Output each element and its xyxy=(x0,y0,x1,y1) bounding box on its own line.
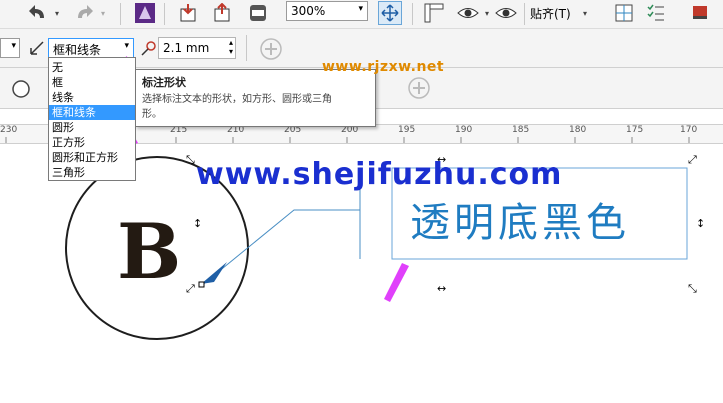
export-button[interactable] xyxy=(210,2,234,24)
resize-handle-bottom-left[interactable]: ⤢ xyxy=(186,282,195,296)
annotation-arrow-3 xyxy=(384,263,409,302)
leader-width-value: 2.1 mm xyxy=(163,41,210,55)
standard-toolbar: ▾ ▾ 300% ▾ ▾ 贴齐(T) ▾ xyxy=(0,0,723,29)
view-eye-grid-icon xyxy=(495,8,517,18)
dropdown-item-circle-and-square[interactable]: 圆形和正方形 xyxy=(49,150,135,165)
border-style-dropdown[interactable]: 无 框 线条 框和线条 圆形 正方形 圆形和正方形 三角形 xyxy=(48,57,136,181)
dropdown-item-box-and-line[interactable]: 框和线条 xyxy=(49,105,135,120)
resize-handle-bottom-mid[interactable]: ↔ xyxy=(437,282,446,295)
view-mode-button[interactable] xyxy=(456,1,480,25)
launcher-icon xyxy=(693,6,707,19)
spinner-down-icon[interactable]: ▾ xyxy=(229,47,233,56)
guides-icon xyxy=(615,4,633,22)
leader-width-field[interactable]: 2.1 mm ▴ ▾ xyxy=(158,37,236,59)
leader-line-icon xyxy=(28,37,46,59)
application-launcher-button[interactable] xyxy=(688,1,712,25)
tooltip-description-line-1: 选择标注文本的形状，如方形、圆形或三角 xyxy=(142,94,332,105)
snap-to-menu[interactable]: 贴齐(T) xyxy=(530,2,580,24)
circle-letter[interactable]: B xyxy=(117,214,181,290)
tooltip-description-line-2: 形。 xyxy=(142,109,162,120)
add-preset-button[interactable] xyxy=(258,36,284,62)
corel-app-icon xyxy=(135,3,155,23)
chevron-down-icon: ▾ xyxy=(124,41,129,51)
redo-dropdown[interactable]: ▾ xyxy=(98,2,108,24)
zoom-level-value: 300% xyxy=(291,4,326,18)
plus-circle-icon xyxy=(260,38,282,60)
dropdown-item-box[interactable]: 框 xyxy=(49,75,135,90)
plus-circle-icon xyxy=(408,77,430,99)
dropdown-item-line[interactable]: 线条 xyxy=(49,90,135,105)
diagonal-line-icon xyxy=(30,41,44,55)
full-screen-preview-button[interactable] xyxy=(378,1,402,25)
dropdown-item-triangle[interactable]: 三角形 xyxy=(49,165,135,180)
callout-leader-line[interactable] xyxy=(200,209,360,287)
snap-dropdown[interactable]: ▾ xyxy=(580,2,590,24)
ruler-label: 175 xyxy=(626,125,644,135)
dynamic-guides-button[interactable] xyxy=(612,1,636,25)
tooltip-description: 选择标注文本的形状，如方形、圆形或三角 形。 xyxy=(142,92,369,122)
wireframe-view-button[interactable] xyxy=(494,1,518,25)
dropdown-item-square[interactable]: 正方形 xyxy=(49,135,135,150)
snap-to-label: 贴齐(T) xyxy=(530,6,571,21)
callout-shape-tooltip: 标注形状 选择标注文本的形状，如方形、圆形或三角 形。 xyxy=(135,69,376,127)
move-arrows-icon xyxy=(381,4,399,22)
redo-button[interactable] xyxy=(72,2,96,24)
ruler-label: 185 xyxy=(512,125,530,135)
publish-pdf-button[interactable] xyxy=(246,2,270,24)
resize-handle-bottom-right[interactable]: ⤡ xyxy=(688,282,697,296)
ruler-label: 195 xyxy=(398,125,416,135)
redo-icon xyxy=(78,5,93,18)
chevron-down-icon: ▾ xyxy=(11,41,16,51)
shape-style-button[interactable] xyxy=(8,76,34,102)
show-rulers-button[interactable] xyxy=(422,1,446,25)
add-preset-button-2[interactable] xyxy=(406,75,432,101)
ruler-label: 190 xyxy=(455,125,473,135)
spinner-up-icon[interactable]: ▴ xyxy=(229,38,233,47)
leader-width-icon xyxy=(140,37,158,59)
ruler-icon xyxy=(424,3,444,23)
export-icon xyxy=(214,3,230,22)
ruler-label: 230 xyxy=(0,125,18,135)
checklist-icon xyxy=(647,4,664,21)
ruler-label: 180 xyxy=(569,125,587,135)
undo-dropdown[interactable]: ▾ xyxy=(52,2,62,24)
dropdown-item-circle[interactable]: 圆形 xyxy=(49,120,135,135)
tooltip-title: 标注形状 xyxy=(142,76,186,89)
eye-icon xyxy=(457,8,479,18)
app-launcher-button[interactable] xyxy=(132,0,158,26)
border-style-combo[interactable]: 框和线条 ▾ xyxy=(48,38,134,58)
left-combo-stub[interactable]: ▾ xyxy=(0,38,20,58)
dropdown-item-none[interactable]: 无 xyxy=(49,60,135,75)
options-checklist-button[interactable] xyxy=(644,1,668,25)
resize-handle-left-mid[interactable]: ↕ xyxy=(193,217,202,230)
circle-shape-icon xyxy=(12,80,30,98)
watermark-rjzxw: www.rjzxw.net xyxy=(322,59,445,75)
resize-handle-top-left[interactable]: ⤡ xyxy=(186,153,195,167)
callout-text[interactable]: 透明底黑色 xyxy=(410,190,630,248)
resize-handle-right-mid[interactable]: ↕ xyxy=(696,217,705,230)
resize-handle-top-right[interactable]: ⤢ xyxy=(688,153,697,167)
gap-icon xyxy=(141,41,156,56)
border-style-value: 框和线条 xyxy=(53,43,102,57)
import-icon xyxy=(180,4,196,22)
callout-arrowhead xyxy=(201,262,227,284)
pdf-icon xyxy=(250,5,266,21)
zoom-level-combo[interactable]: 300% ▾ xyxy=(286,1,368,21)
undo-icon xyxy=(29,5,44,18)
undo-button[interactable] xyxy=(26,2,50,24)
watermark-shejifuzhu: www.shejifuzhu.com xyxy=(196,157,563,192)
ruler-label: 170 xyxy=(680,125,698,135)
node-handle[interactable] xyxy=(198,281,205,288)
chevron-down-icon: ▾ xyxy=(358,4,363,14)
view-mode-dropdown[interactable]: ▾ xyxy=(482,2,492,24)
import-button[interactable] xyxy=(176,2,200,24)
